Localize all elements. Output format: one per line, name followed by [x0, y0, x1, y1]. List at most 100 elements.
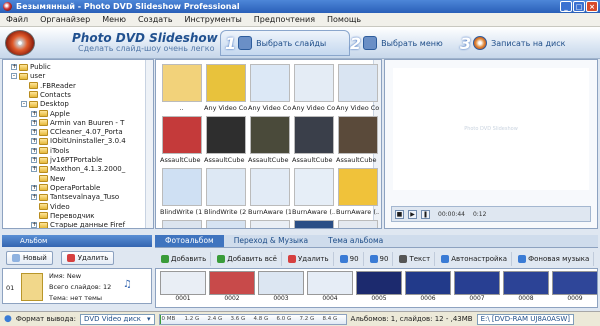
tab[interactable]: Тема альбома	[318, 235, 393, 247]
slide-thumbnail[interactable]: 0007	[454, 271, 500, 302]
step-burn-disc[interactable]: 3 Записать на диск	[460, 30, 565, 56]
menu-item[interactable]: Инструменты	[185, 15, 242, 24]
expander-icon[interactable]: -	[21, 101, 27, 108]
step-select-menu[interactable]: 2 Выбрать меню	[350, 30, 443, 56]
slide-thumbnail[interactable]: 0003	[258, 271, 304, 302]
expander-icon[interactable]: +	[31, 138, 37, 145]
file-thumbnail[interactable]: Any Video Co...	[292, 64, 335, 112]
menu-item[interactable]: Меню	[102, 15, 126, 24]
expander-icon[interactable]: +	[31, 147, 37, 154]
menu-item[interactable]: Помощь	[327, 15, 361, 24]
file-thumbnail[interactable]: BlindWrite (2)...	[204, 168, 247, 216]
file-thumbnail[interactable]: BurnAware (...	[336, 168, 379, 216]
slide-thumbnail[interactable]: 0004	[307, 271, 353, 302]
toolbar-button[interactable]: Текст	[395, 251, 436, 266]
slide-image	[503, 271, 549, 295]
slide-thumbnail[interactable]: 0005	[356, 271, 402, 302]
slide-thumbnail[interactable]: 0001	[160, 271, 206, 302]
menu-item[interactable]: Файл	[6, 15, 28, 24]
expander-icon[interactable]: +	[31, 222, 37, 228]
file-thumbnail[interactable]: AssaultCube ...	[248, 116, 291, 164]
expander-icon[interactable]: +	[31, 119, 37, 126]
format-select[interactable]: DVD Video диск ▾	[80, 313, 155, 325]
thumbnail-caption: Any Video Co...	[336, 104, 379, 112]
expander-icon[interactable]: +	[31, 110, 37, 117]
window-title: Безымянный - Photo DVD Slideshow Profess…	[16, 2, 240, 11]
file-thumbnail[interactable]: BurnAware (...	[292, 168, 335, 216]
thumbnail-image	[293, 64, 334, 102]
toolbar-label: 90	[349, 254, 359, 263]
toolbar-button[interactable]: Удалить	[284, 251, 334, 266]
tab[interactable]: Переход & Музыка	[224, 235, 318, 247]
toolbar-button[interactable]: 90	[366, 251, 394, 266]
menu-item[interactable]: Создать	[138, 15, 173, 24]
thumbnail-caption: AssaultCube ...	[160, 156, 203, 164]
toolbar-button[interactable]: Фоновая музыка	[514, 251, 595, 266]
slide-number: 0002	[224, 295, 240, 302]
tree-label: Armin van Buuren - T	[50, 118, 125, 127]
delete-album-button[interactable]: Удалить	[60, 251, 115, 265]
slide-strip[interactable]: 0001 0002 0003 0004 0005 0006 0007 0008 0009	[155, 268, 598, 308]
file-thumbnail[interactable]: AssaultCube ...	[336, 116, 379, 164]
file-thumbnail[interactable]	[204, 220, 247, 228]
slide-thumbnail[interactable]: 0008	[503, 271, 549, 302]
preview-screen: Photo DVD Slideshow	[393, 68, 589, 190]
file-thumbnail[interactable]: AssaultCube ...	[160, 116, 203, 164]
expander-icon[interactable]: +	[11, 64, 17, 70]
folder-icon	[29, 82, 38, 90]
expander-icon[interactable]: +	[31, 157, 37, 163]
toolbar-button[interactable]: 90	[336, 251, 364, 266]
file-thumbnail[interactable]: Any Video Co...	[204, 64, 247, 112]
thumbnail-caption: ..	[179, 104, 184, 112]
folder-icon	[39, 175, 48, 183]
expander-icon[interactable]: -	[11, 73, 17, 80]
slide-thumbnail[interactable]: 0009	[552, 271, 597, 302]
expander-icon[interactable]: +	[31, 184, 37, 191]
file-thumbnail[interactable]: ..	[160, 64, 203, 112]
slide-number: 0006	[420, 295, 436, 302]
album-item[interactable]: 01 Имя: New Всего слайдов: 12 Тема: нет …	[2, 268, 152, 304]
file-thumbnail[interactable]: BurnAware (1...	[248, 168, 291, 216]
toolbar-button[interactable]: Добавить всё	[213, 251, 282, 266]
tab[interactable]: Фотоальбом	[155, 235, 224, 247]
slide-thumbnail[interactable]: 0006	[405, 271, 451, 302]
music-icon	[518, 254, 527, 263]
pause-icon[interactable]: ❚	[421, 209, 430, 219]
toolbar-label: Добавить всё	[227, 254, 277, 263]
toolbar-button[interactable]: Автонастройка	[437, 251, 513, 266]
file-thumbnail[interactable]: AssaultCube ...	[204, 116, 247, 164]
file-thumbnail[interactable]: Any Video Co...	[336, 64, 379, 112]
file-thumbnail[interactable]	[160, 220, 203, 228]
tree-label: .FBReader	[40, 81, 76, 90]
file-thumbnail[interactable]	[248, 220, 291, 228]
menu-item[interactable]: Органайзер	[40, 15, 90, 24]
expander-icon[interactable]: +	[31, 166, 37, 173]
new-album-button[interactable]: Новый	[6, 251, 53, 265]
file-thumbnail[interactable]: AssaultCube ...	[292, 116, 335, 164]
minimize-button[interactable]: _	[560, 1, 572, 12]
new-label: Новый	[23, 254, 47, 262]
drive-select[interactable]: E:\ [DVD-RAM UJ8A0ASW]	[476, 313, 575, 325]
slide-image	[258, 271, 304, 295]
toolbar-label: 90	[379, 254, 389, 263]
file-thumbnail[interactable]: BlindWrite (1)...	[160, 168, 203, 216]
slide-thumbnail[interactable]: 0002	[209, 271, 255, 302]
stop-icon[interactable]: ■	[395, 209, 404, 219]
step-select-slides[interactable]: 1 Выбрать слайды	[220, 30, 350, 56]
expander-icon[interactable]: +	[31, 194, 37, 201]
file-thumbnail[interactable]	[336, 220, 379, 228]
file-thumbnail[interactable]	[292, 220, 335, 228]
toolbar-button[interactable]: Добавить	[157, 251, 212, 266]
tree-folder-item[interactable]: + Старые данные Firef	[31, 220, 125, 228]
close-button[interactable]: ×	[586, 1, 598, 12]
tree-scrollbar[interactable]	[145, 60, 153, 228]
menu-item[interactable]: Предпочтения	[254, 15, 315, 24]
thumbnail-image	[337, 168, 378, 206]
maximize-button[interactable]: □	[573, 1, 585, 12]
folder-tree[interactable]: + Public - user .FBReader Contacts - Desktop + Ap…	[2, 59, 154, 229]
file-browser[interactable]: ..Any Video Co...Any Video Co...Any Vide…	[155, 59, 382, 229]
play-icon[interactable]: ▶	[408, 209, 417, 219]
file-thumbnail[interactable]: Any Video Co...	[248, 64, 291, 112]
expander-icon[interactable]: +	[31, 129, 37, 136]
folder-icon	[39, 147, 48, 155]
